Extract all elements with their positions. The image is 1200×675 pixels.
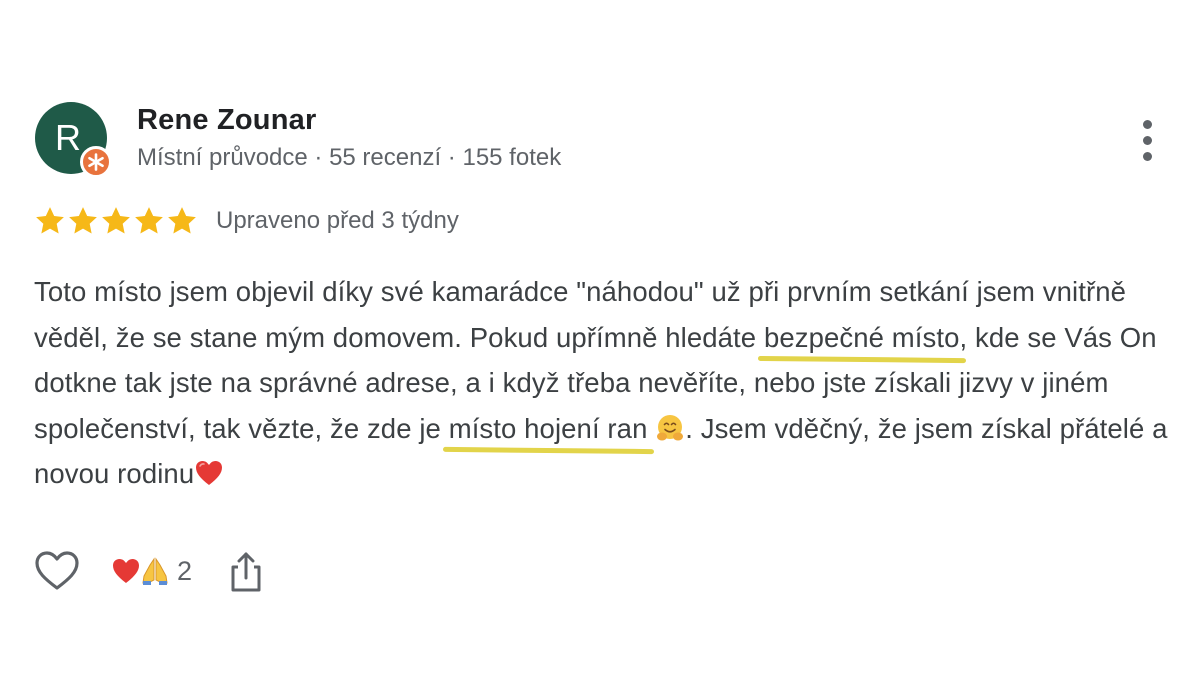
review-card: R Rene Zounar Místní průvodce · 55 recen… (0, 0, 1200, 675)
reaction-count: 2 (177, 555, 193, 586)
rating-row: Upraveno před 3 týdny (33, 203, 459, 239)
star-icon (69, 207, 97, 234)
star-rating (33, 204, 198, 238)
folded-hands-emoji (142, 557, 168, 585)
highlighted-phrase: místo hojení ran (448, 412, 648, 444)
star-icon (36, 207, 64, 234)
more-vert-icon[interactable] (1132, 118, 1162, 164)
local-guide-star-icon (80, 146, 112, 178)
reactions-summary[interactable]: 2 (111, 556, 192, 587)
share-icon[interactable] (228, 549, 264, 593)
reviewer-meta: Místní průvodce · 55 recenzí · 155 fotek (137, 144, 562, 171)
hugging-face-emoji (657, 414, 684, 440)
review-text: Toto místo jsem objevil díky své kamarád… (34, 269, 1174, 497)
star-icon (135, 207, 163, 234)
edited-timestamp: Upraveno před 3 týdny (216, 207, 459, 234)
review-actions: 2 (33, 548, 264, 594)
red-heart-emoji (113, 559, 139, 583)
reviewer-name[interactable]: Rene Zounar (137, 104, 316, 137)
heart-outline-icon[interactable] (33, 549, 81, 593)
star-icon (168, 207, 196, 234)
star-icon (102, 207, 130, 234)
highlighted-phrase: bezpečné místo (763, 321, 960, 353)
red-heart-emoji (196, 461, 223, 485)
